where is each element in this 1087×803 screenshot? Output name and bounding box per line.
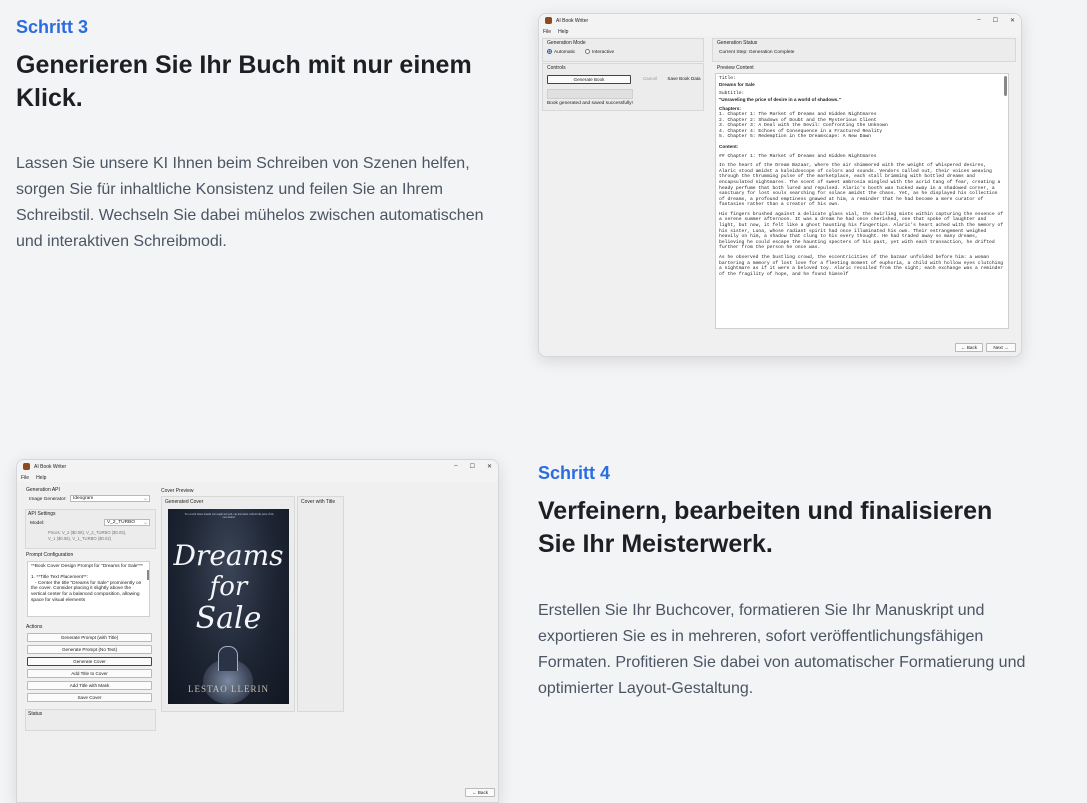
model-label: Model:	[30, 521, 45, 526]
prompt-configuration-label: Prompt Configuration	[26, 552, 74, 558]
back-button[interactable]: ← Back	[465, 788, 495, 797]
preview-content-heading: Content:	[719, 143, 739, 149]
minimize-icon[interactable]: –	[977, 17, 980, 24]
status-group: Status	[25, 709, 156, 731]
window-title: AI Book Writer	[556, 17, 589, 24]
cover-author: LESTAO LLERIN	[187, 684, 270, 694]
prompt-textarea[interactable]: **Book Cover Design Prompt for "Dreams f…	[27, 561, 150, 617]
chevron-down-icon: ⌵	[143, 520, 147, 525]
api-settings-group: API Settings Model: V_2_TURBO ⌵ Prices: …	[25, 509, 156, 549]
cover-title-line: Dreams	[173, 539, 284, 572]
image-generator-select[interactable]: Ideogram ⌵	[70, 495, 150, 502]
generate-cover-button[interactable]: Generate Cover	[27, 657, 152, 666]
cover-with-title-label: Cover with Title	[301, 499, 336, 505]
step-3-heading: Generieren Sie Ihr Buch mit nur einem Kl…	[16, 51, 472, 112]
generation-mode-group: Generation Mode Automatic Interactive	[542, 38, 704, 62]
window-title: AI Book Writer	[34, 463, 67, 470]
preview-scrollbar[interactable]	[1004, 76, 1007, 96]
add-title-with-mask-button[interactable]: Add Title with Mask	[27, 681, 152, 690]
prompt-scrollbar[interactable]	[147, 570, 149, 580]
save-cover-button[interactable]: Save Cover	[27, 693, 152, 702]
minimize-icon[interactable]: –	[454, 463, 457, 470]
menu-file[interactable]: File	[543, 29, 551, 35]
step-3-label: Schritt 3	[16, 17, 89, 37]
cover-with-title-group: Cover with Title	[297, 496, 344, 712]
generate-prompt-with-title-button[interactable]: Generate Prompt (with Title)	[27, 633, 152, 642]
controls-group: Controls Generate Book Cancel Save Book …	[542, 63, 704, 111]
controls-label: Controls	[547, 65, 566, 71]
next-button[interactable]: Next →	[986, 343, 1016, 352]
model-value: V_2_TURBO	[107, 520, 135, 525]
generation-status-group: Generation Status Current Step: Generati…	[712, 38, 1016, 62]
step-4-heading: Verfeinern, bearbeiten und finalisieren …	[538, 497, 993, 558]
radio-checked-icon	[547, 49, 552, 54]
menu-file[interactable]: File	[21, 475, 29, 481]
book-writer-window: AI Book Writer – ☐ ✕ File Help Generatio…	[538, 13, 1022, 357]
title-bar: AI Book Writer – ☐ ✕	[17, 460, 498, 473]
menu-bar: File Help	[17, 473, 498, 482]
left-panel: Generation API Image Generator: Ideogram…	[23, 485, 156, 775]
radio-automatic-label: Automatic	[554, 49, 576, 55]
cover-preview-label: Cover Preview	[161, 488, 194, 494]
generated-cover-label: Generated Cover	[165, 499, 204, 505]
chevron-down-icon: ⌵	[143, 496, 147, 501]
close-icon[interactable]: ✕	[487, 463, 492, 470]
menu-help[interactable]: Help	[36, 475, 46, 481]
cover-title-line: for	[209, 572, 248, 602]
status-label: Status	[28, 711, 43, 717]
step-4-description: Erstellen Sie Ihr Buchcover, formatieren…	[538, 602, 1026, 697]
model-select[interactable]: V_2_TURBO ⌵	[104, 519, 150, 526]
cover-designer-window: AI Book Writer – ☐ ✕ File Help Generatio…	[16, 459, 499, 803]
api-settings-label: API Settings	[28, 511, 56, 517]
generation-status-label: Generation Status	[717, 40, 758, 46]
cover-tagline: "In a world where dreams are bought and …	[184, 513, 274, 520]
preview-paragraph: His fingers brushed against a delicate g…	[719, 211, 1004, 251]
radio-automatic[interactable]: Automatic	[547, 49, 575, 55]
title-bar: AI Book Writer – ☐ ✕	[539, 14, 1021, 27]
maximize-icon[interactable]: ☐	[993, 17, 998, 24]
image-generator-label: Image Generator:	[29, 497, 67, 502]
preview-subtitle: "Unraveling the price of desire in a wor…	[719, 96, 841, 102]
generated-cover-group: Generated Cover "In a world where dreams…	[161, 496, 295, 712]
generation-mode-label: Generation Mode	[547, 40, 586, 46]
close-icon[interactable]: ✕	[1010, 17, 1015, 24]
generate-prompt-no-text-button[interactable]: Generate Prompt (No Text)	[27, 645, 152, 654]
generated-cover-image: "In a world where dreams are bought and …	[168, 509, 289, 704]
save-book-data-button[interactable]: Save Book Data	[667, 75, 701, 82]
step-4-label: Schritt 4	[538, 463, 611, 483]
chapter-item: 5. Chapter 5: Redemption in the Dreamsca…	[719, 134, 871, 140]
cover-title-line: Sale	[195, 601, 262, 636]
cancel-button[interactable]: Cancel	[635, 75, 665, 82]
radio-interactive[interactable]: Interactive	[585, 49, 614, 55]
cover-door-image	[218, 646, 238, 671]
back-button[interactable]: ← Back	[955, 343, 983, 352]
progress-bar	[547, 89, 633, 99]
add-title-to-cover-button[interactable]: Add Title to Cover	[27, 669, 152, 678]
maximize-icon[interactable]: ☐	[470, 463, 475, 470]
generation-status-message: Book generated and saved successfully!	[547, 101, 633, 106]
image-generator-value: Ideogram	[73, 496, 94, 501]
menu-bar: File Help	[539, 27, 1021, 36]
preview-paragraph: As he observed the bustling crowd, the e…	[719, 255, 1004, 277]
radio-unchecked-icon	[585, 49, 590, 54]
preview-chapter-heading: ## Chapter 1: The Market of Dreams and H…	[719, 153, 877, 159]
app-icon	[545, 17, 552, 24]
generation-api-label: Generation API	[26, 487, 60, 493]
preview-paragraph: In the heart of the Dream Bazaar, where …	[719, 163, 1001, 208]
actions-label: Actions	[26, 624, 43, 630]
radio-interactive-label: Interactive	[592, 49, 615, 55]
prices-text: V_1 ($0.06), V_1_TURBO ($0.02)	[48, 536, 112, 541]
preview-title: Dreams for Sale	[719, 81, 755, 87]
current-step-text: Current Step: Generation Complete	[719, 50, 795, 55]
preview-content-label: Preview Content	[717, 65, 754, 71]
app-icon	[23, 463, 30, 470]
preview-content-area[interactable]: Title: Dreams for Sale Subtitle: "Unrave…	[715, 73, 1009, 329]
generate-book-button[interactable]: Generate Book	[547, 75, 631, 84]
menu-help[interactable]: Help	[558, 29, 568, 35]
step-3-description: Lassen Sie unsere KI Ihnen beim Schreibe…	[16, 155, 484, 250]
prices-text: Prices: V_2 ($0.08), V_2_TURBO ($0.05),	[48, 530, 127, 535]
